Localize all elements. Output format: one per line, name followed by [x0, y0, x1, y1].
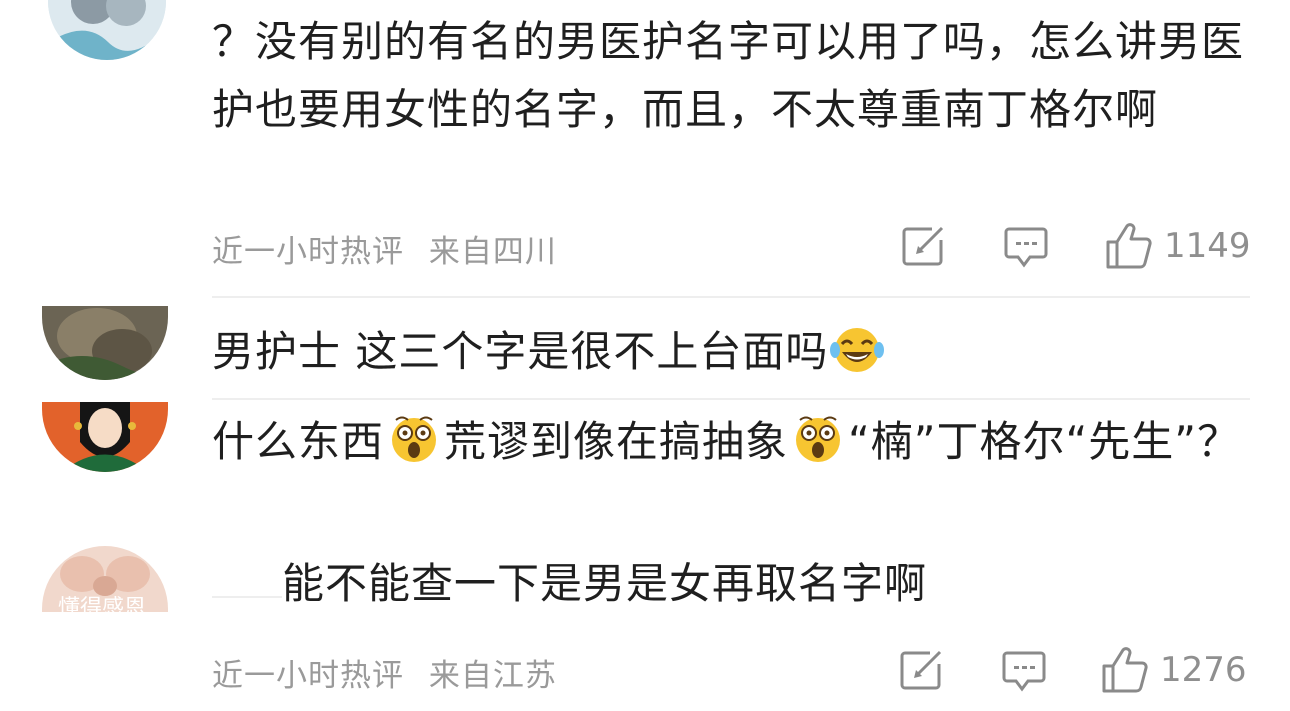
edit-share-icon [902, 226, 944, 266]
avatar[interactable] [42, 306, 168, 380]
like-button[interactable]: 1276 [1100, 646, 1247, 694]
divider [212, 398, 1250, 400]
thumbs-up-icon [1102, 647, 1148, 693]
reply-text-part: 男护士 这三个字是很不上台面吗 [212, 327, 829, 376]
comment-meta: 近一小时热评 来自四川 [212, 226, 557, 271]
reply-text: 能不能查一下是男是女再取名字啊 [282, 559, 928, 608]
comment-meta: 近一小时热评 来自江苏 [212, 650, 557, 695]
divider [212, 296, 1250, 298]
like-count: 1276 [1160, 650, 1247, 690]
comment-location: 来自四川 [428, 234, 557, 270]
reply-text-part: “楠”丁格尔“先生”？ [848, 417, 1241, 466]
avatar-illustration [48, 0, 166, 60]
comment-location: 来自江苏 [428, 658, 557, 694]
comment-button[interactable] [1002, 650, 1046, 692]
like-button[interactable]: 1149 [1104, 222, 1251, 270]
avatar-photo [42, 306, 168, 380]
avatar-caption: 懂得感恩 [58, 596, 147, 612]
repost-button[interactable] [902, 226, 946, 266]
avatar[interactable] [48, 0, 166, 60]
laughing-tears-emoji [830, 324, 885, 394]
comment-text: ？没有别的有名的男医护名字可以用了吗，怎么讲男医护也要用女性的名字，而且，不太尊… [212, 17, 1245, 134]
reply-text: 男护士 这三个字是很不上台面吗 [212, 318, 1252, 394]
reply-text: 什么东西 荒谬到像在搞抽象 “楠”丁格尔“先生”？ [212, 408, 1252, 484]
astonished-emoji [790, 412, 846, 484]
reply-text-part: 什么东西 [212, 417, 385, 466]
astonished-emoji [386, 412, 442, 484]
avatar[interactable]: 懂得感恩 [42, 546, 168, 612]
avatar[interactable] [42, 402, 168, 472]
comment-time: 近一小时热评 [212, 234, 404, 270]
edit-share-icon [900, 650, 942, 690]
comment-bubble-icon [1004, 227, 1048, 268]
divider [212, 596, 282, 598]
comment-time: 近一小时热评 [212, 658, 404, 694]
comment-bubble-icon [1002, 651, 1046, 692]
thumbs-up-icon [1106, 223, 1152, 269]
reply-text-part: 荒谬到像在搞抽象 [444, 417, 789, 466]
repost-button[interactable] [900, 650, 944, 690]
like-count: 1149 [1164, 226, 1251, 266]
avatar-illustration [42, 402, 168, 472]
comment-button[interactable] [1004, 226, 1048, 268]
